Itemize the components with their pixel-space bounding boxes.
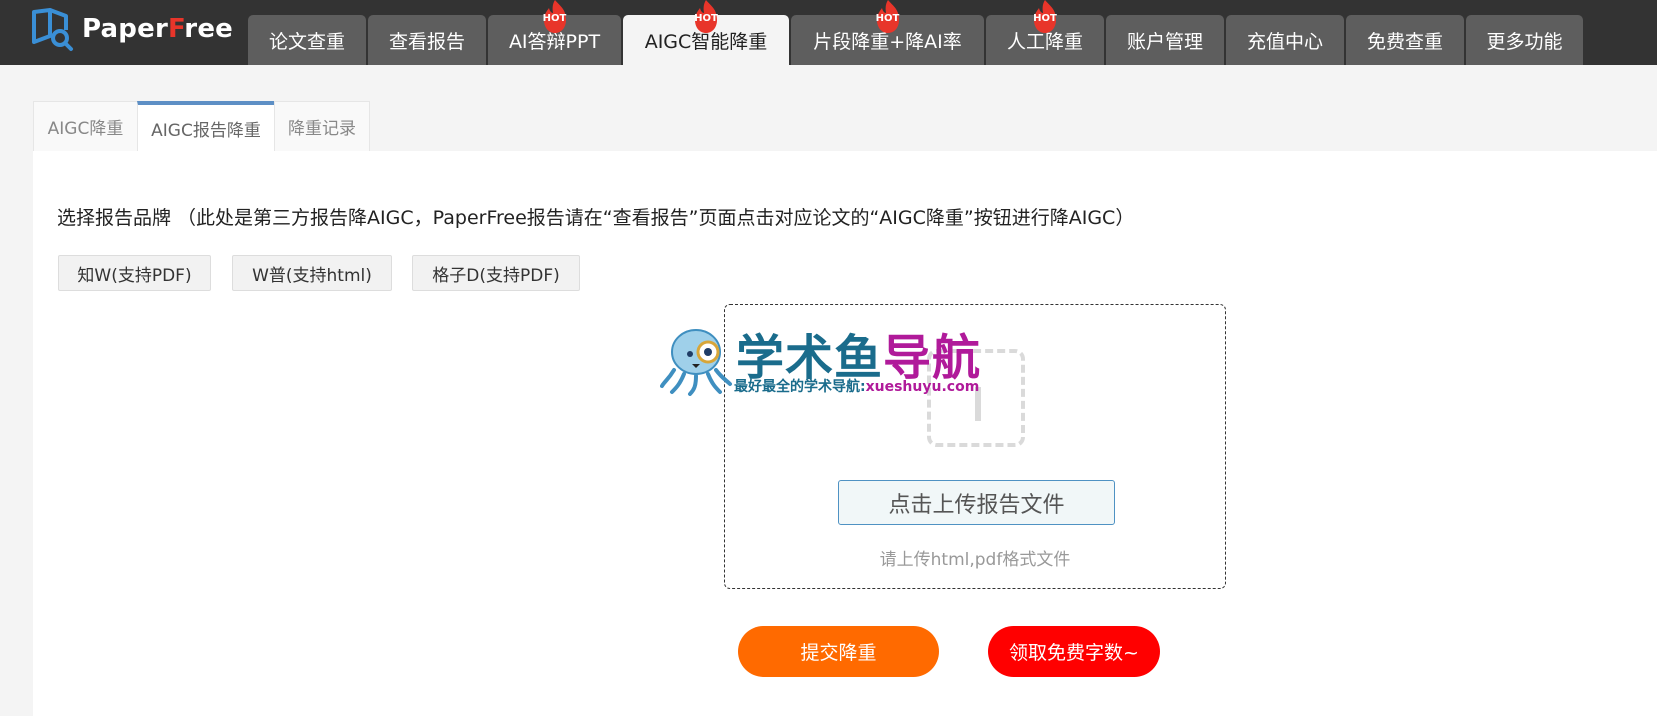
submit-reduce-button[interactable]: 提交降重: [738, 626, 939, 677]
claim-free-words-button[interactable]: 领取免费字数~: [988, 626, 1160, 677]
nav-tab-paper-check[interactable]: 论文查重: [248, 15, 366, 65]
logo-text: PaperFree: [82, 14, 233, 44]
subtab-aigc-report-reduce[interactable]: AIGC报告降重: [137, 101, 274, 152]
upload-report-button[interactable]: 点击上传报告文件: [838, 480, 1115, 525]
nav-tab-free-check[interactable]: 免费查重: [1346, 15, 1464, 65]
brand-option-wpu[interactable]: W普(支持html): [232, 255, 392, 291]
watermark-subtitle: 最好最全的学术导航:xueshuyu.com: [734, 379, 980, 395]
nav-tab-manual-reduce[interactable]: HOT 人工降重: [986, 0, 1104, 65]
xueshuyu-watermark: 学术鱼导航 最好最全的学术导航:xueshuyu.com: [660, 318, 1000, 398]
brand-select-label: 选择报告品牌 （此处是第三方报告降AIGC，PaperFree报告请在“查看报告…: [57, 207, 1135, 229]
main-nav-tabs: 论文查重 查看报告 HOT AI答辩PPT HOT AIGC智能降重 HOT 片…: [248, 0, 1585, 65]
logo-book-icon: [32, 8, 73, 51]
nav-tab-ai-defense-ppt[interactable]: HOT AI答辩PPT: [488, 0, 621, 65]
subtab-reduce-history[interactable]: 降重记录: [274, 101, 370, 152]
nav-tab-view-report[interactable]: 查看报告: [368, 15, 486, 65]
sub-tabs: AIGC降重 AIGC报告降重 降重记录: [33, 101, 370, 152]
subtab-aigc-reduce[interactable]: AIGC降重: [33, 101, 137, 152]
nav-tab-segment-reduce[interactable]: HOT 片段降重+降AI率: [791, 0, 984, 65]
nav-tab-aigc-reduce[interactable]: HOT AIGC智能降重: [623, 0, 789, 65]
brand-option-zhiw[interactable]: 知W(支持PDF): [58, 255, 211, 291]
hot-flame-icon: HOT: [869, 0, 907, 34]
octopus-mascot-icon: [660, 329, 732, 396]
hot-flame-icon: HOT: [536, 0, 574, 34]
nav-tab-account[interactable]: 账户管理: [1106, 15, 1224, 65]
paperfree-logo[interactable]: PaperFree: [30, 6, 233, 52]
nav-tab-recharge[interactable]: 充值中心: [1226, 15, 1344, 65]
hot-flame-icon: HOT: [687, 0, 725, 34]
top-navigation-bar: PaperFree 论文查重 查看报告 HOT AI答辩PPT HOT AIGC…: [0, 0, 1657, 65]
hot-flame-icon: HOT: [1026, 0, 1064, 34]
nav-tab-more[interactable]: 更多功能: [1466, 15, 1583, 65]
upload-hint: 请上传html,pdf格式文件: [879, 550, 1071, 570]
main-panel: 选择报告品牌 （此处是第三方报告降AIGC，PaperFree报告请在“查看报告…: [33, 151, 1657, 716]
brand-option-gezid[interactable]: 格子D(支持PDF): [412, 255, 580, 291]
